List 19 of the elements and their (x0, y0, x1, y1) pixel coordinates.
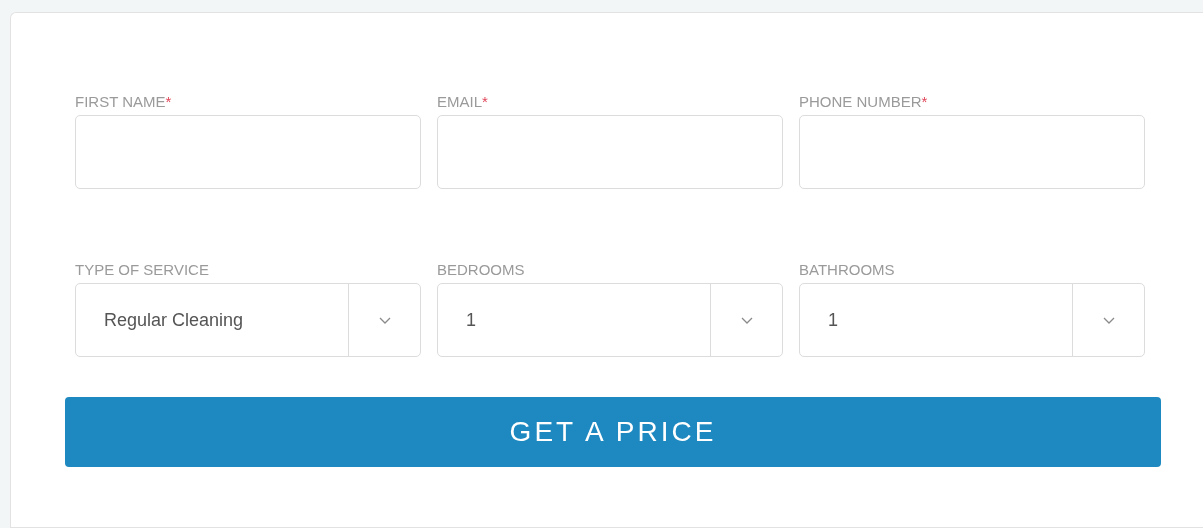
text-input[interactable] (437, 115, 783, 189)
field-label: BEDROOMS (437, 260, 526, 280)
select-value: 1 (465, 308, 477, 332)
select-value: Regular Cleaning (103, 308, 245, 332)
select-field[interactable]: Regular Cleaning (75, 283, 421, 357)
field-label: FIRST NAME* (75, 92, 173, 112)
select-field[interactable]: 1 (799, 283, 1145, 357)
field-label: EMAIL* (437, 92, 489, 112)
select-field[interactable]: 1 (437, 283, 783, 357)
field-label: BATHROOMS (799, 260, 896, 280)
field-label: TYPE OF SERVICE (75, 260, 210, 280)
chevron-down-icon (378, 316, 391, 324)
field-label: PHONE NUMBER* (799, 92, 929, 112)
get-price-button[interactable]: GET A PRICE (65, 397, 1161, 467)
select-value: 1 (827, 308, 839, 332)
chevron-down-icon (1102, 316, 1115, 324)
text-input[interactable] (75, 115, 421, 189)
text-input[interactable] (799, 115, 1145, 189)
chevron-down-icon (740, 316, 753, 324)
